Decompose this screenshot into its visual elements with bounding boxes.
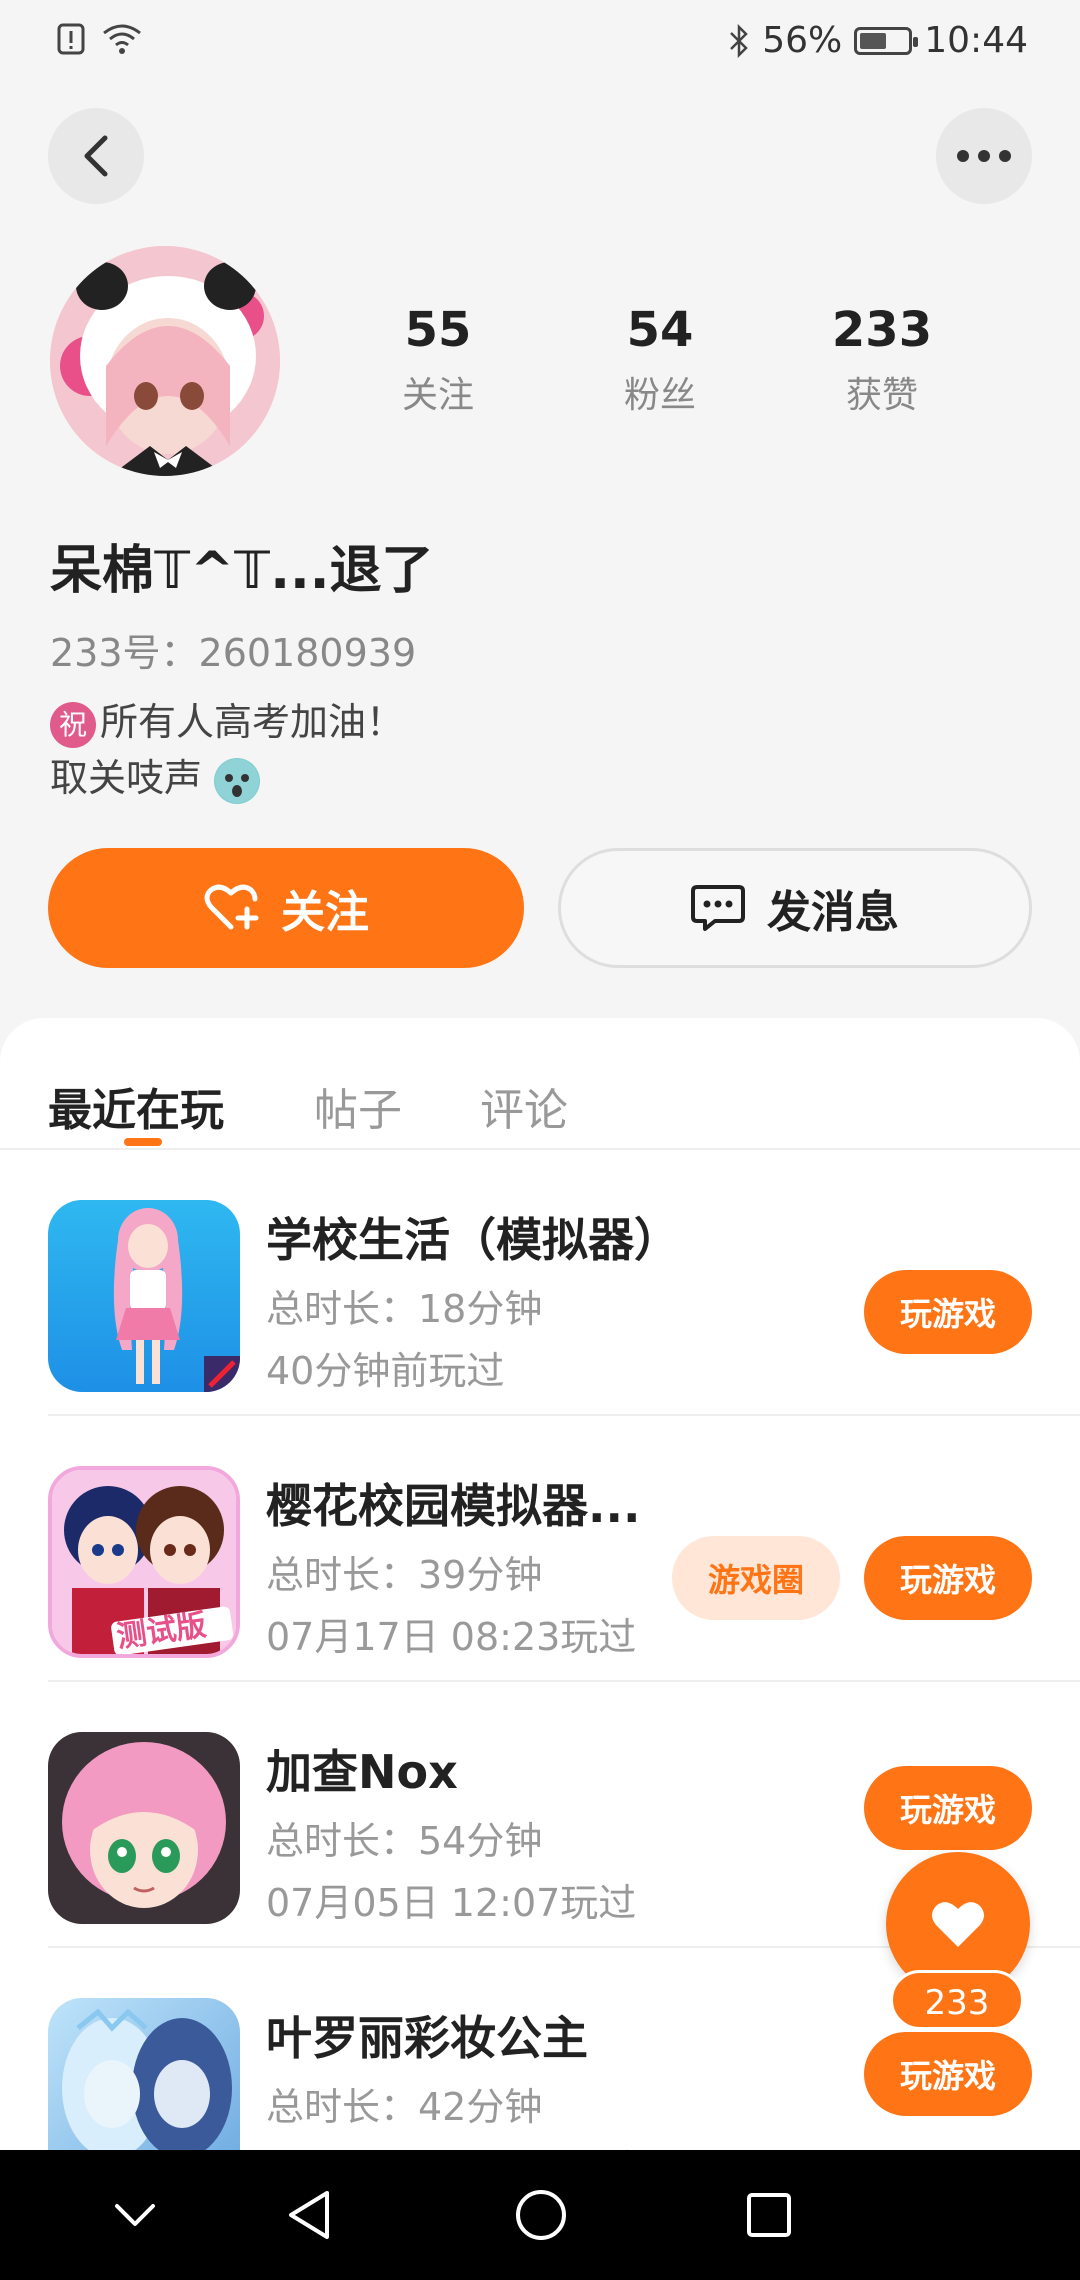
avatar-image <box>50 246 280 476</box>
more-button[interactable] <box>936 108 1032 204</box>
nav-recents-button[interactable] <box>734 2180 804 2250</box>
game-icon: 测试版 <box>48 1466 240 1658</box>
worried-face-emoji-icon <box>214 757 261 804</box>
bluetooth-icon <box>730 23 749 58</box>
battery-fill <box>860 32 886 49</box>
play-game-button[interactable]: 玩游戏 <box>864 1270 1032 1354</box>
stat-following-label: 关注 <box>401 375 474 416</box>
square-recents-icon <box>747 2193 791 2237</box>
game-name: 叶罗丽彩妆公主 <box>266 2011 588 2065</box>
wifi-icon <box>103 24 141 54</box>
heart-plus-icon <box>204 884 259 930</box>
game-circle-button[interactable]: 游戏圈 <box>672 1536 840 1620</box>
stat-following-value: 55 <box>404 302 472 358</box>
game-last-played: 07月17日 08:23玩过 <box>266 1615 637 1659</box>
nav-home-button[interactable] <box>506 2180 576 2250</box>
avatar[interactable] <box>50 246 280 476</box>
status-right: 56% 10:44 <box>728 20 1028 61</box>
clock: 10:44 <box>924 20 1028 61</box>
status-bar: 56% 10:44 <box>0 0 1080 96</box>
bio: 祝所有人高考加油！ 取关吱声 <box>50 694 404 806</box>
bio-line-2: 取关吱声 <box>50 750 404 806</box>
tab-recently-played[interactable]: 最近在玩 <box>48 1074 224 1138</box>
game-icon <box>48 1732 240 1924</box>
follow-button[interactable]: 关注 <box>48 848 524 968</box>
username: 呆棉𝕋^𝕋...退了 <box>50 541 434 601</box>
stat-followers-value: 54 <box>626 302 694 358</box>
nav-back-button[interactable] <box>274 2180 344 2250</box>
game-icon <box>48 1998 240 2150</box>
game-last-played: 07月05日 12:07玩过 <box>266 1881 637 1925</box>
message-button[interactable]: 发消息 <box>558 848 1032 968</box>
like-count: 233 <box>890 1970 1024 2030</box>
stat-followers-label: 粉丝 <box>623 375 696 416</box>
game-icon <box>48 1200 240 1392</box>
battery-percent: 56% <box>762 20 843 61</box>
nav-hide-button[interactable] <box>100 2180 170 2250</box>
game-row[interactable]: 测试版 樱花校园模拟器... 总时长：39分钟 07月17日 08:23玩过 游… <box>0 1416 1080 1682</box>
battery-icon <box>854 26 919 55</box>
stat-likes[interactable]: 233 获赞 <box>782 302 982 418</box>
tab-indicator <box>124 1138 162 1146</box>
play-game-button[interactable]: 玩游戏 <box>864 1766 1032 1850</box>
stat-likes-label: 获赞 <box>845 375 918 416</box>
heart-icon <box>932 1902 984 1947</box>
stat-following[interactable]: 55 关注 <box>338 302 538 418</box>
play-game-button[interactable]: 玩游戏 <box>864 1536 1032 1620</box>
game-duration: 总时长：54分钟 <box>266 1819 543 1863</box>
system-nav-bar <box>0 2150 1080 2280</box>
game-row[interactable]: 学校生活（模拟器） 总时长：18分钟 40分钟前玩过 玩游戏 <box>0 1150 1080 1416</box>
tab-comments[interactable]: 评论 <box>480 1074 568 1138</box>
back-button[interactable] <box>48 108 144 204</box>
bio-badge: 祝 <box>50 701 96 748</box>
tab-posts[interactable]: 帖子 <box>314 1074 402 1138</box>
play-game-button[interactable]: 玩游戏 <box>864 2032 1032 2116</box>
game-duration: 总时长：42分钟 <box>266 2085 543 2129</box>
user-id: 233号：260180939 <box>50 631 417 675</box>
message-button-label: 发消息 <box>767 887 899 938</box>
follow-button-label: 关注 <box>281 887 369 938</box>
game-duration: 总时长：18分钟 <box>266 1287 543 1331</box>
bio-line-2-text: 取关吱声 <box>50 756 203 800</box>
circle-home-icon <box>516 2190 566 2240</box>
status-left <box>56 22 142 56</box>
chevron-down-icon <box>115 2204 155 2226</box>
game-duration: 总时长：39分钟 <box>266 1553 543 1597</box>
game-name: 学校生活（模拟器） <box>266 1213 680 1267</box>
stat-likes-value: 233 <box>831 302 933 358</box>
more-dots-icon <box>957 150 1011 162</box>
bio-line-1: 祝所有人高考加油！ <box>50 694 404 750</box>
game-name: 加查Nox <box>266 1745 458 1799</box>
triangle-back-icon <box>289 2191 329 2239</box>
stat-followers[interactable]: 54 粉丝 <box>560 302 760 418</box>
game-last-played: 04月15日 14:40玩过 <box>266 2138 636 2150</box>
game-last-played: 40分钟前玩过 <box>266 1349 505 1393</box>
chevron-left-icon <box>84 135 108 177</box>
game-name: 樱花校园模拟器... <box>266 1479 641 1533</box>
chat-bubble-icon <box>691 885 745 931</box>
bio-line-1-text: 所有人高考加油！ <box>100 700 405 744</box>
alert-icon <box>57 23 85 55</box>
